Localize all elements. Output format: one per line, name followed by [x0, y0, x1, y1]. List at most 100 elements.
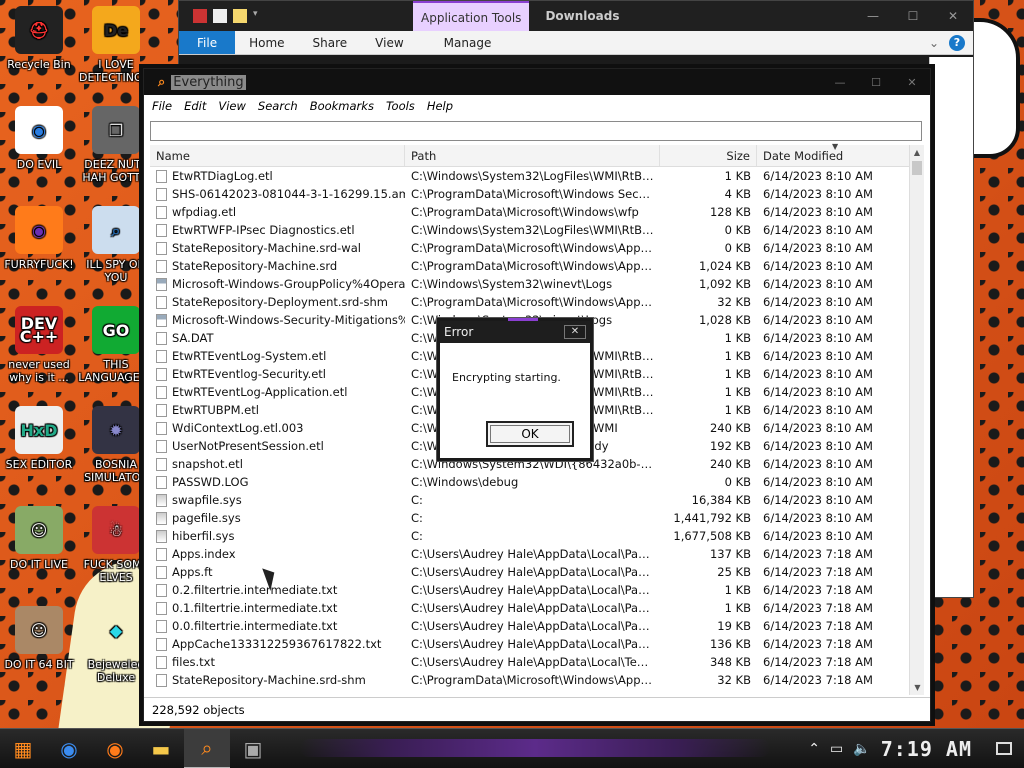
desktop-icon[interactable]: ☺ DO IT 64 BIT — [0, 606, 79, 671]
ribbon-tab-manage[interactable]: Manage — [418, 31, 518, 54]
file-size: 136 KB — [709, 637, 751, 651]
menu-bookmarks[interactable]: Bookmarks — [306, 99, 378, 113]
minimize-button[interactable]: — — [822, 76, 858, 89]
app-taskbar-icon[interactable]: ▣ — [230, 729, 276, 768]
desktop-icon[interactable]: ⛑ Recycle Bin — [0, 6, 79, 71]
table-row[interactable]: 0.1.filtertrie.intermediate.txt C:\Users\… — [150, 599, 910, 617]
table-row[interactable]: AppCache133312259367617822.txt C:\Users\A… — [150, 635, 910, 653]
everything-titlebar[interactable]: ⌕ Everything — ☐ ✕ — [144, 69, 930, 95]
file-date: 6/14/2023 8:10 AM — [763, 313, 873, 327]
properties-icon[interactable] — [213, 9, 227, 23]
minimize-button[interactable]: — — [853, 9, 893, 23]
ribbon-tab-share[interactable]: Share — [299, 31, 362, 54]
dialog-titlebar[interactable]: Error ✕ — [440, 318, 590, 343]
network-icon[interactable]: ▭ — [830, 741, 843, 757]
file-size: 25 KB — [717, 565, 751, 579]
file-icon — [156, 601, 167, 615]
file-name-cell: StateRepository-Machine.srd-shm — [150, 673, 405, 687]
application-tools-tab[interactable]: Application Tools — [413, 1, 530, 31]
file-date: 6/14/2023 8:10 AM — [763, 259, 873, 273]
table-row[interactable]: Apps.index C:\Users\Audrey Hale\AppData\L… — [150, 545, 910, 563]
ribbon-tab-view[interactable]: View — [361, 31, 417, 54]
table-row[interactable]: EtwRTWFP-IPsec Diagnostics.etl C:\Windows… — [150, 221, 910, 239]
table-row[interactable]: PASSWD.LOG C:\Windows\debug 0 KB 6/14/2023 … — [150, 473, 910, 491]
ribbon-tab-file[interactable]: File — [179, 31, 236, 54]
start-button[interactable]: ▦ — [0, 729, 46, 768]
file-size: 240 KB — [709, 421, 751, 435]
vertical-scrollbar[interactable]: ▲ ▼ — [909, 145, 924, 695]
column-header-size[interactable]: Size — [660, 145, 757, 166]
table-row[interactable]: swapfile.sys C: 16,384 KB 6/14/2023 8:10 AM — [150, 491, 910, 509]
file-date: 6/14/2023 8:10 AM — [763, 421, 873, 435]
close-icon[interactable]: ✕ — [564, 325, 586, 339]
file-name-cell: hiberfil.sys — [150, 529, 405, 543]
ok-button[interactable]: OK — [486, 421, 574, 447]
clock[interactable]: 7:19 AM — [881, 737, 972, 761]
file-name: AppCache133312259367617822.txt — [172, 637, 382, 651]
menu-search[interactable]: Search — [254, 99, 302, 113]
menu-help[interactable]: Help — [423, 99, 457, 113]
chevron-down-icon[interactable]: ▾ — [253, 9, 267, 23]
folder-icon[interactable] — [193, 9, 207, 23]
menu-view[interactable]: View — [214, 99, 250, 113]
table-row[interactable]: StateRepository-Machine.srd-shm C:\Progra… — [150, 671, 910, 689]
firefox-icon[interactable]: ◉ — [92, 729, 138, 768]
scrollbar-thumb[interactable] — [912, 161, 922, 175]
file-name-cell: AppCache133312259367617822.txt — [150, 637, 405, 651]
file-icon — [156, 403, 167, 417]
desktop-icon[interactable]: DEV C++ never used why is it ... — [0, 306, 79, 384]
file-icon — [156, 385, 167, 399]
everything-taskbar-icon[interactable]: ⌕ — [184, 728, 230, 768]
desktop-icon[interactable]: HxD SEX EDITOR — [0, 406, 79, 471]
file-name: 0.0.filtertrie.intermediate.txt — [172, 619, 338, 633]
downloads-titlebar[interactable]: ▾ Application Tools Downloads — ☐ ✕ — [179, 1, 973, 31]
file-size: 1,441,792 KB — [673, 511, 751, 525]
ribbon-tab-home[interactable]: Home — [235, 31, 298, 54]
maximize-button[interactable]: ☐ — [893, 9, 933, 23]
menu-file[interactable]: File — [148, 99, 176, 113]
desktop-icon[interactable]: ◉ DO EVIL — [0, 106, 79, 171]
file-name: 0.1.filtertrie.intermediate.txt — [172, 601, 338, 615]
table-row[interactable]: StateRepository-Machine.srd C:\ProgramDat… — [150, 257, 910, 275]
table-row[interactable]: StateRepository-Deployment.srd-shm C:\Pro… — [150, 293, 910, 311]
file-date: 6/14/2023 8:10 AM — [763, 187, 873, 201]
menu-edit[interactable]: Edit — [180, 99, 210, 113]
table-row[interactable]: pagefile.sys C: 1,441,792 KB 6/14/2023 8:10… — [150, 509, 910, 527]
chrome-icon[interactable]: ◉ — [46, 729, 92, 768]
table-row[interactable]: StateRepository-Machine.srd-wal C:\Progra… — [150, 239, 910, 257]
quick-access-toolbar: ▾ — [179, 9, 413, 23]
help-icon[interactable]: ? — [949, 35, 965, 51]
table-row[interactable]: 0.2.filtertrie.intermediate.txt C:\Users\… — [150, 581, 910, 599]
file-date: 6/14/2023 8:10 AM — [763, 529, 873, 543]
search-input[interactable] — [150, 121, 922, 141]
close-button[interactable]: ✕ — [894, 76, 930, 89]
table-row[interactable]: SHS-06142023-081044-3-1-16299.15.amd64f.… — [150, 185, 910, 203]
chevron-down-icon[interactable]: ⌄ — [929, 31, 949, 54]
error-dialog[interactable]: Error ✕ Encrypting starting. OK — [437, 318, 593, 461]
scroll-down-icon[interactable]: ▼ — [910, 680, 925, 695]
table-row[interactable]: 0.0.filtertrie.intermediate.txt C:\Users\… — [150, 617, 910, 635]
file-name: wfpdiag.etl — [172, 205, 237, 219]
maximize-button[interactable]: ☐ — [858, 76, 894, 89]
action-center-icon[interactable] — [996, 742, 1012, 755]
menu-tools[interactable]: Tools — [382, 99, 419, 113]
new-folder-icon[interactable] — [233, 9, 247, 23]
table-row[interactable]: hiberfil.sys C: 1,677,508 KB 6/14/2023 8:10… — [150, 527, 910, 545]
file-name: snapshot.etl — [172, 457, 243, 471]
column-header-name[interactable]: Name — [150, 145, 405, 166]
volume-icon[interactable]: 🔈 — [853, 741, 870, 757]
scroll-up-icon[interactable]: ▲ — [910, 145, 924, 160]
file-name-cell: StateRepository-Machine.srd-wal — [150, 241, 405, 255]
desktop-icon-label: DO IT 64 BIT — [4, 658, 74, 671]
desktop-icon[interactable]: ◉ FURRYFUCK! — [0, 206, 79, 271]
table-row[interactable]: Microsoft-Windows-GroupPolicy%4Operation… — [150, 275, 910, 293]
column-header-path[interactable]: Path — [405, 145, 660, 166]
table-row[interactable]: wfpdiag.etl C:\ProgramData\Microsoft\Wind… — [150, 203, 910, 221]
desktop-icon[interactable]: ☺ DO IT LIVE — [0, 506, 79, 571]
table-row[interactable]: EtwRTDiagLog.etl C:\Windows\System32\LogF… — [150, 167, 910, 185]
show-hidden-icons-chevron-icon[interactable]: ⌃ — [808, 741, 820, 757]
file-explorer-icon[interactable]: ▬ — [138, 729, 184, 768]
file-date: 6/14/2023 8:10 AM — [763, 223, 873, 237]
table-row[interactable]: files.txt C:\Users\Audrey Hale\AppData\Lo… — [150, 653, 910, 671]
close-button[interactable]: ✕ — [933, 9, 973, 23]
